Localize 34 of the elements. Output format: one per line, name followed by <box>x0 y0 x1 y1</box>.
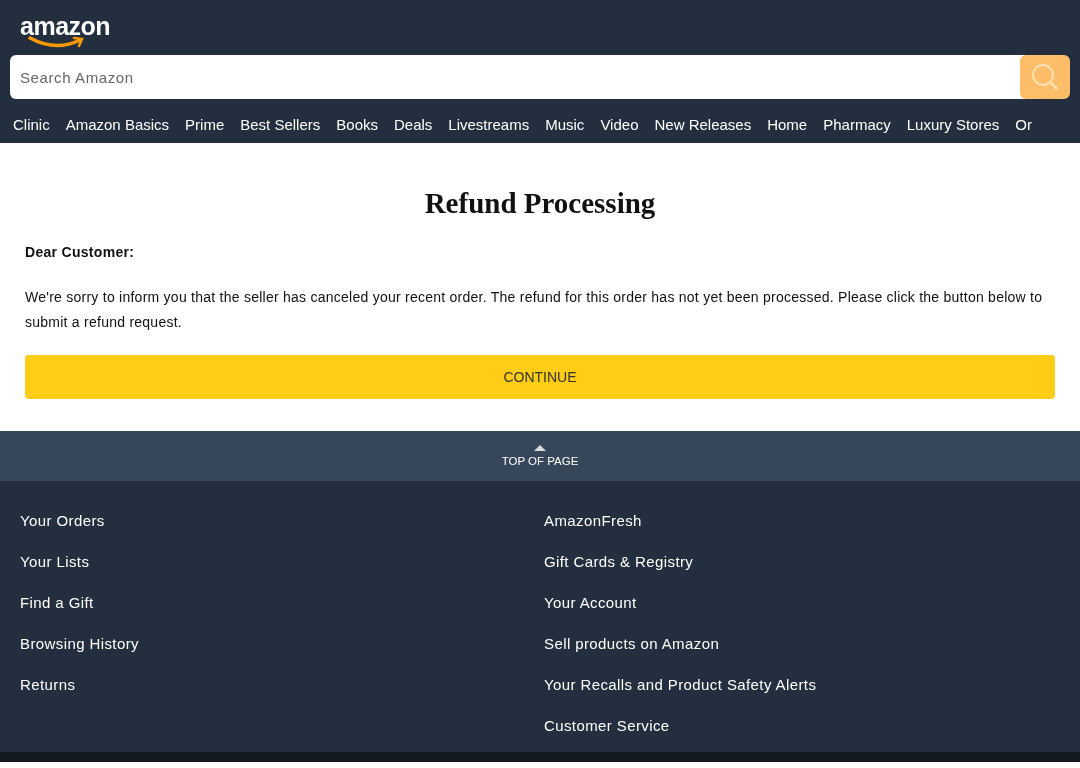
nav-link[interactable]: Luxury Stores <box>898 112 1008 137</box>
footer-link[interactable]: Find a Gift <box>20 582 94 623</box>
footer-link[interactable]: Returns <box>20 664 76 705</box>
footer-link[interactable]: Browsing History <box>20 623 139 664</box>
continue-button[interactable]: CONTINUE <box>25 355 1055 399</box>
nav-link[interactable]: Clinic <box>5 112 58 137</box>
caret-icon <box>534 445 546 451</box>
message-text: We're sorry to inform you that the seller has canceled your recent order. The refund for this order has not yet been processed. Please click the button below to submit a refund request. <box>25 288 1044 332</box>
footer-link[interactable]: Your Account <box>544 582 637 623</box>
nav-link[interactable]: Pharmacy <box>815 112 899 137</box>
footer-link[interactable]: Your Lists <box>20 541 90 582</box>
footer-link[interactable]: Customer Service <box>544 705 670 746</box>
nav-link[interactable]: Video <box>592 112 647 137</box>
nav-link[interactable]: Livestreams <box>440 112 538 137</box>
search-icon <box>1031 63 1059 91</box>
footer-link[interactable]: Your Orders <box>20 500 105 541</box>
nav-link[interactable]: Prime <box>177 112 233 137</box>
footer-link[interactable]: AmazonFresh <box>544 500 642 541</box>
footer-link[interactable]: Sell products on Amazon <box>544 623 720 664</box>
amazon-logo[interactable]: amazon <box>20 14 111 48</box>
footer-link[interactable]: Your Recalls and Product Safety Alerts <box>544 664 817 705</box>
page-title: Refund Processing <box>423 187 657 220</box>
nav-link[interactable]: Music <box>537 112 593 137</box>
search-field[interactable]: Search Amazon <box>10 55 1026 99</box>
back-to-top-button[interactable]: TOP OF PAGE <box>0 431 1080 481</box>
nav-link[interactable]: Amazon Basics <box>57 112 178 137</box>
nav-link[interactable]: Or <box>1007 112 1040 137</box>
nav-link[interactable]: New Releases <box>646 112 760 137</box>
nav-link[interactable]: Books <box>328 112 386 137</box>
nav-link[interactable]: Best Sellers <box>232 112 329 137</box>
greeting: Dear Customer: <box>25 244 136 260</box>
footer-link[interactable]: Gift Cards & Registry <box>544 541 694 582</box>
nav-link[interactable]: Deals <box>386 112 441 137</box>
nav-link[interactable]: Home <box>759 112 816 137</box>
